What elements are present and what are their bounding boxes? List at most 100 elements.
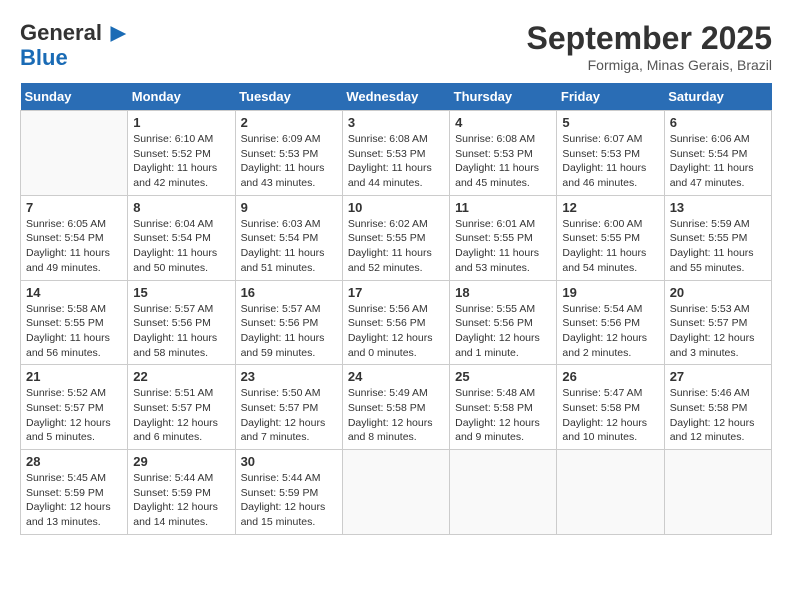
calendar-cell: 14Sunrise: 5:58 AMSunset: 5:55 PMDayligh… — [21, 280, 128, 365]
weekday-header-wednesday: Wednesday — [342, 83, 449, 111]
weekday-header-row: SundayMondayTuesdayWednesdayThursdayFrid… — [21, 83, 772, 111]
calendar-cell: 18Sunrise: 5:55 AMSunset: 5:56 PMDayligh… — [450, 280, 557, 365]
title-block: September 2025 Formiga, Minas Gerais, Br… — [527, 20, 772, 73]
day-number: 12 — [562, 200, 658, 215]
day-number: 27 — [670, 369, 766, 384]
page-header: General Blue September 2025 Formiga, Min… — [20, 20, 772, 73]
day-info: Sunrise: 5:58 AMSunset: 5:55 PMDaylight:… — [26, 302, 122, 361]
day-info: Sunrise: 5:50 AMSunset: 5:57 PMDaylight:… — [241, 386, 337, 445]
day-info: Sunrise: 6:00 AMSunset: 5:55 PMDaylight:… — [562, 217, 658, 276]
day-info: Sunrise: 6:02 AMSunset: 5:55 PMDaylight:… — [348, 217, 444, 276]
calendar-cell: 23Sunrise: 5:50 AMSunset: 5:57 PMDayligh… — [235, 365, 342, 450]
day-number: 1 — [133, 115, 229, 130]
calendar-cell: 11Sunrise: 6:01 AMSunset: 5:55 PMDayligh… — [450, 195, 557, 280]
calendar-cell: 7 Sunrise: 6:05 AMSunset: 5:54 PMDaylight… — [21, 195, 128, 280]
calendar-cell: 17 Sunrise: 5:56 AMSunset: 5:56 PMDayligh… — [342, 280, 449, 365]
calendar-cell: 29 Sunrise: 5:44 AMSunset: 5:59 PMDayligh… — [128, 450, 235, 535]
day-info: Sunrise: 6:06 AMSunset: 5:54 PMDaylight:… — [670, 132, 766, 191]
week-row-4: 21 Sunrise: 5:52 AMSunset: 5:57 PMDayligh… — [21, 365, 772, 450]
calendar-cell: 30 Sunrise: 5:44 AMSunset: 5:59 PMDayligh… — [235, 450, 342, 535]
calendar-cell: 1 Sunrise: 6:10 AMSunset: 5:52 PMDaylight… — [128, 111, 235, 196]
day-info: Sunrise: 5:59 AMSunset: 5:55 PMDaylight:… — [670, 217, 766, 276]
calendar-cell — [664, 450, 771, 535]
day-number: 30 — [241, 454, 337, 469]
month-title: September 2025 — [527, 20, 772, 57]
day-info: Sunrise: 6:01 AMSunset: 5:55 PMDaylight:… — [455, 217, 551, 276]
day-number: 25 — [455, 369, 551, 384]
day-number: 13 — [670, 200, 766, 215]
day-info: Sunrise: 6:04 AMSunset: 5:54 PMDaylight:… — [133, 217, 229, 276]
day-info: Sunrise: 5:46 AMSunset: 5:58 PMDaylight:… — [670, 386, 766, 445]
day-info: Sunrise: 6:09 AMSunset: 5:53 PMDaylight:… — [241, 132, 337, 191]
day-info: Sunrise: 6:08 AMSunset: 5:53 PMDaylight:… — [455, 132, 551, 191]
calendar-cell: 6Sunrise: 6:06 AMSunset: 5:54 PMDaylight… — [664, 111, 771, 196]
day-number: 3 — [348, 115, 444, 130]
calendar-cell: 21 Sunrise: 5:52 AMSunset: 5:57 PMDayligh… — [21, 365, 128, 450]
day-number: 17 — [348, 285, 444, 300]
day-number: 10 — [348, 200, 444, 215]
day-number: 16 — [241, 285, 337, 300]
weekday-header-monday: Monday — [128, 83, 235, 111]
day-number: 22 — [133, 369, 229, 384]
day-number: 9 — [241, 200, 337, 215]
weekday-header-friday: Friday — [557, 83, 664, 111]
day-number: 28 — [26, 454, 122, 469]
day-info: Sunrise: 5:56 AMSunset: 5:56 PMDaylight:… — [348, 302, 444, 361]
calendar-cell: 26Sunrise: 5:47 AMSunset: 5:58 PMDayligh… — [557, 365, 664, 450]
calendar-cell: 10 Sunrise: 6:02 AMSunset: 5:55 PMDayligh… — [342, 195, 449, 280]
calendar-cell: 20 Sunrise: 5:53 AMSunset: 5:57 PMDayligh… — [664, 280, 771, 365]
day-info: Sunrise: 6:07 AMSunset: 5:53 PMDaylight:… — [562, 132, 658, 191]
day-number: 2 — [241, 115, 337, 130]
day-info: Sunrise: 5:48 AMSunset: 5:58 PMDaylight:… — [455, 386, 551, 445]
location-subtitle: Formiga, Minas Gerais, Brazil — [527, 57, 772, 73]
calendar-cell: 13 Sunrise: 5:59 AMSunset: 5:55 PMDayligh… — [664, 195, 771, 280]
weekday-header-tuesday: Tuesday — [235, 83, 342, 111]
day-number: 7 — [26, 200, 122, 215]
calendar-cell: 16 Sunrise: 5:57 AMSunset: 5:56 PMDayligh… — [235, 280, 342, 365]
week-row-5: 28 Sunrise: 5:45 AMSunset: 5:59 PMDayligh… — [21, 450, 772, 535]
calendar-cell — [342, 450, 449, 535]
day-number: 20 — [670, 285, 766, 300]
day-number: 29 — [133, 454, 229, 469]
calendar-cell: 5 Sunrise: 6:07 AMSunset: 5:53 PMDaylight… — [557, 111, 664, 196]
day-number: 15 — [133, 285, 229, 300]
calendar-cell: 28 Sunrise: 5:45 AMSunset: 5:59 PMDayligh… — [21, 450, 128, 535]
day-info: Sunrise: 5:51 AMSunset: 5:57 PMDaylight:… — [133, 386, 229, 445]
day-info: Sunrise: 5:49 AMSunset: 5:58 PMDaylight:… — [348, 386, 444, 445]
calendar-cell: 8 Sunrise: 6:04 AMSunset: 5:54 PMDaylight… — [128, 195, 235, 280]
day-number: 26 — [562, 369, 658, 384]
day-number: 24 — [348, 369, 444, 384]
weekday-header-sunday: Sunday — [21, 83, 128, 111]
week-row-2: 7 Sunrise: 6:05 AMSunset: 5:54 PMDaylight… — [21, 195, 772, 280]
day-info: Sunrise: 6:10 AMSunset: 5:52 PMDaylight:… — [133, 132, 229, 191]
week-row-1: 1 Sunrise: 6:10 AMSunset: 5:52 PMDaylight… — [21, 111, 772, 196]
calendar-cell — [21, 111, 128, 196]
day-info: Sunrise: 6:05 AMSunset: 5:54 PMDaylight:… — [26, 217, 122, 276]
calendar-cell: 25 Sunrise: 5:48 AMSunset: 5:58 PMDayligh… — [450, 365, 557, 450]
week-row-3: 14Sunrise: 5:58 AMSunset: 5:55 PMDayligh… — [21, 280, 772, 365]
day-info: Sunrise: 5:54 AMSunset: 5:56 PMDaylight:… — [562, 302, 658, 361]
calendar-cell: 24 Sunrise: 5:49 AMSunset: 5:58 PMDayligh… — [342, 365, 449, 450]
day-info: Sunrise: 5:57 AMSunset: 5:56 PMDaylight:… — [133, 302, 229, 361]
day-number: 21 — [26, 369, 122, 384]
logo-icon — [104, 23, 128, 45]
calendar-cell: 15 Sunrise: 5:57 AMSunset: 5:56 PMDayligh… — [128, 280, 235, 365]
calendar-cell: 2 Sunrise: 6:09 AMSunset: 5:53 PMDaylight… — [235, 111, 342, 196]
calendar-table: SundayMondayTuesdayWednesdayThursdayFrid… — [20, 83, 772, 535]
day-number: 5 — [562, 115, 658, 130]
calendar-cell: 9 Sunrise: 6:03 AMSunset: 5:54 PMDaylight… — [235, 195, 342, 280]
day-info: Sunrise: 5:57 AMSunset: 5:56 PMDaylight:… — [241, 302, 337, 361]
weekday-header-saturday: Saturday — [664, 83, 771, 111]
day-info: Sunrise: 5:44 AMSunset: 5:59 PMDaylight:… — [133, 471, 229, 530]
logo-general: General — [20, 20, 102, 45]
weekday-header-thursday: Thursday — [450, 83, 557, 111]
day-info: Sunrise: 5:44 AMSunset: 5:59 PMDaylight:… — [241, 471, 337, 530]
calendar-cell: 12 Sunrise: 6:00 AMSunset: 5:55 PMDayligh… — [557, 195, 664, 280]
calendar-cell: 4Sunrise: 6:08 AMSunset: 5:53 PMDaylight… — [450, 111, 557, 196]
calendar-cell: 19Sunrise: 5:54 AMSunset: 5:56 PMDayligh… — [557, 280, 664, 365]
day-info: Sunrise: 5:45 AMSunset: 5:59 PMDaylight:… — [26, 471, 122, 530]
day-info: Sunrise: 5:53 AMSunset: 5:57 PMDaylight:… — [670, 302, 766, 361]
day-info: Sunrise: 5:52 AMSunset: 5:57 PMDaylight:… — [26, 386, 122, 445]
day-number: 8 — [133, 200, 229, 215]
day-info: Sunrise: 6:03 AMSunset: 5:54 PMDaylight:… — [241, 217, 337, 276]
